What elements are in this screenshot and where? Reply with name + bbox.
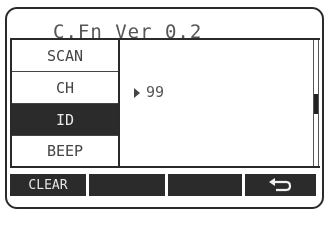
softkey-bar: CLEAR — [10, 174, 319, 196]
menu-list: SCAN CH ID BEEP — [10, 38, 120, 168]
menu-item-label: CH — [55, 78, 75, 97]
return-icon — [268, 177, 294, 193]
id-value-row[interactable]: 99 — [134, 83, 164, 101]
clear-button-label: CLEAR — [28, 177, 68, 193]
menu-item-beep[interactable]: BEEP — [12, 136, 118, 166]
softkey-2-button[interactable] — [89, 174, 165, 196]
menu-item-label: BEEP — [46, 142, 84, 160]
return-button[interactable] — [245, 174, 316, 196]
value-pane: 99 — [120, 38, 320, 168]
triangle-right-icon — [134, 87, 140, 98]
menu-item-scan[interactable]: SCAN — [12, 40, 118, 72]
menu-item-label: SCAN — [46, 46, 84, 65]
clear-button[interactable]: CLEAR — [10, 174, 86, 196]
id-value: 99 — [146, 83, 165, 101]
menu-item-ch[interactable]: CH — [12, 72, 118, 104]
menu-item-id[interactable]: ID — [12, 104, 118, 136]
menu-item-label: ID — [55, 110, 75, 129]
scroll-thumb[interactable] — [314, 94, 318, 114]
scrollbar[interactable] — [313, 40, 319, 166]
softkey-3-button[interactable] — [168, 174, 242, 196]
